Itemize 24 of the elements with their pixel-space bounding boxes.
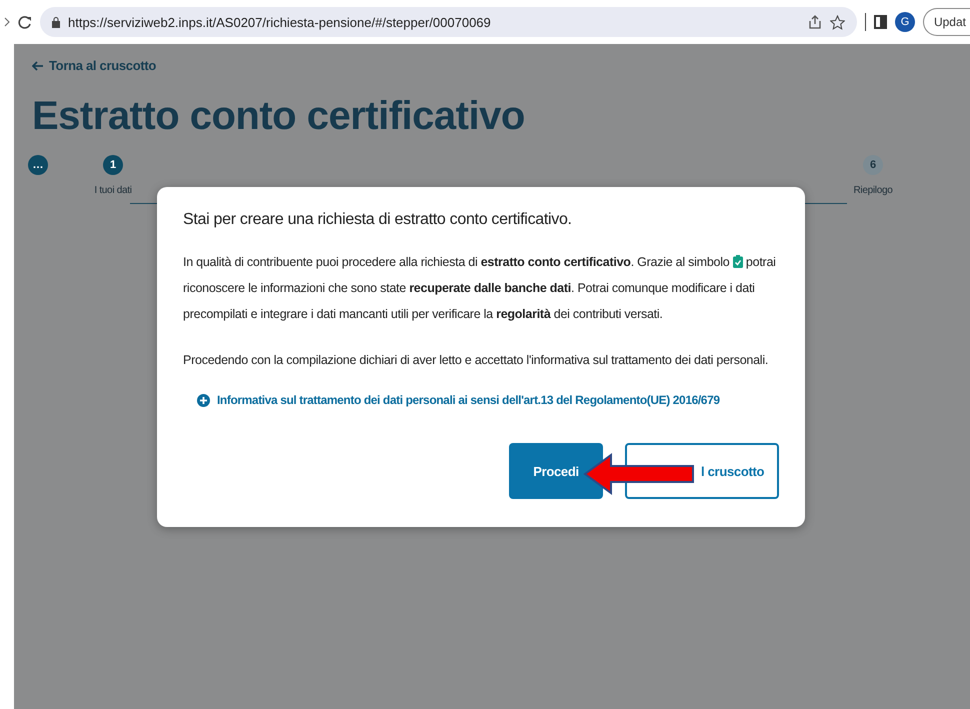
profile-avatar[interactable]: G: [894, 12, 915, 32]
privacy-link[interactable]: Informativa sul trattamento dei dati personali ai sensi dell'art.13 del Regolamento(UE) 2016/679: [197, 393, 779, 407]
plus-circle-icon: [197, 394, 210, 406]
step-label: Riepilogo: [854, 184, 892, 196]
page-title: Estratto conto certificativo: [32, 94, 526, 138]
step-circle[interactable]: …: [28, 154, 48, 174]
reload-icon[interactable]: [18, 15, 32, 29]
proceed-button[interactable]: Procedi: [509, 443, 603, 499]
share-icon[interactable]: [808, 15, 822, 29]
url-text: https://serviziweb2.inps.it/AS0207/richiesta-pensione/#/stepper/00070069: [68, 14, 492, 30]
step-circle[interactable]: 1: [103, 154, 123, 174]
step-label: I tuoi dati: [94, 184, 132, 196]
intro-paragraph: In qualità di contribuente puoi procedere alla richiesta di estratto conto certificativo. Grazie al simbolo potrai riconoscere le informazioni che sono state recuperate dalle banche dati. Potrai comunque modificare i dati precompilati e integrare i dati mancanti utili per verificare la regolarità dei contributi versati.: [183, 254, 777, 323]
lock-icon[interactable]: [52, 16, 60, 28]
dialog-heading: Stai per creare una richiesta di estratto conto certificativo.: [183, 211, 573, 229]
forward-icon[interactable]: [4, 17, 10, 27]
left-arrow-icon: [32, 60, 44, 70]
update-button[interactable]: Updat: [922, 8, 970, 36]
clipboard-check-icon: [732, 255, 743, 268]
star-icon[interactable]: [830, 14, 845, 30]
consent-paragraph: Procedendo con la compilazione dichiari di aver letto e accettato l'informativa sul trattamento dei dati personali.: [183, 352, 770, 369]
step-circle[interactable]: 6: [863, 154, 883, 174]
sidebar-icon[interactable]: [874, 15, 887, 29]
address-bar[interactable]: https://serviziweb2.inps.it/AS0207/richiesta-pensione/#/stepper/00070069: [40, 7, 857, 37]
